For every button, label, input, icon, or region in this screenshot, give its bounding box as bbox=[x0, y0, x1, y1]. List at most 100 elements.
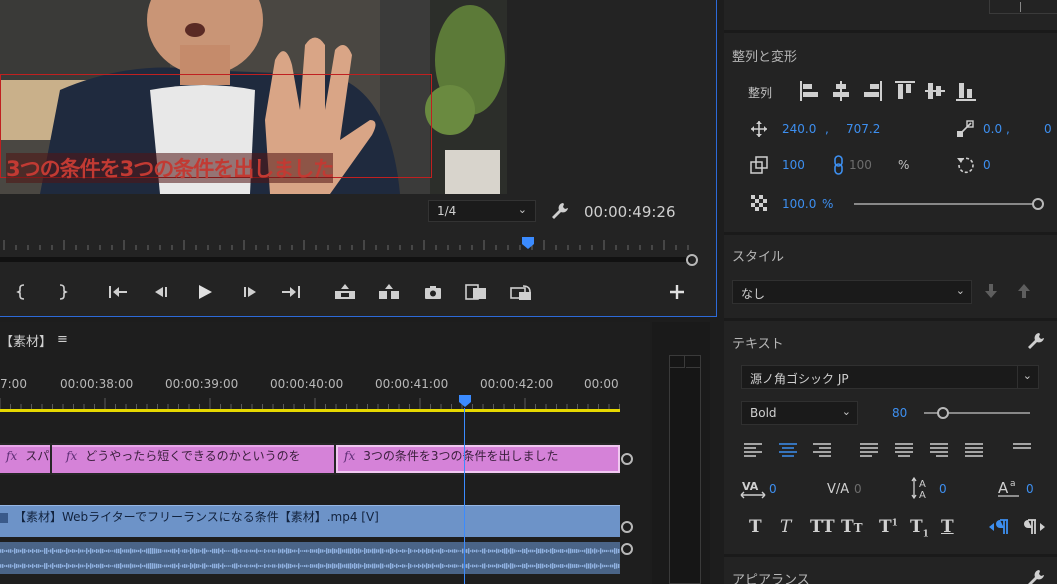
superscript-button[interactable]: T1 bbox=[879, 517, 898, 537]
align-center-vertical-icon[interactable] bbox=[924, 80, 946, 105]
monitor-zoom-scrollbar[interactable] bbox=[0, 253, 700, 269]
track-scroll-knob[interactable] bbox=[621, 453, 633, 465]
timeline-playhead-line[interactable] bbox=[464, 408, 465, 584]
tracking-value[interactable]: 0 bbox=[769, 482, 777, 496]
opacity-value[interactable]: 100.0 bbox=[782, 197, 816, 211]
add-button-icon[interactable] bbox=[665, 281, 689, 303]
align-center-horizontal-icon[interactable] bbox=[831, 80, 851, 105]
step-back-button[interactable] bbox=[149, 281, 173, 303]
align-text-center-icon[interactable] bbox=[778, 442, 798, 461]
sequence-tab[interactable]: 【素材】 bbox=[0, 331, 52, 350]
lift-button[interactable] bbox=[333, 281, 357, 303]
align-top-icon[interactable] bbox=[894, 80, 916, 105]
baseline-shift-value[interactable]: 0 bbox=[1026, 482, 1034, 496]
top-divider bbox=[990, 13, 1057, 14]
title-clip-selected[interactable]: fx 3つの条件を3つの条件を出しました bbox=[336, 445, 620, 473]
position-x-value[interactable]: 240.0 bbox=[782, 122, 816, 136]
pull-style-up-icon[interactable] bbox=[1017, 283, 1031, 302]
justify-center-icon[interactable] bbox=[894, 442, 914, 461]
justify-all-icon[interactable] bbox=[964, 442, 984, 461]
scroll-handle[interactable] bbox=[686, 254, 698, 266]
font-size-value[interactable]: 80 bbox=[892, 406, 907, 420]
align-left-icon[interactable] bbox=[799, 80, 819, 105]
svg-text:V/A: V/A bbox=[827, 482, 849, 497]
zoom-level-select[interactable]: 1/4 ⌄ bbox=[428, 200, 536, 222]
video-clip-label: 【素材】Webライターでフリーランスになる条件【素材】.mp4 [V] bbox=[14, 510, 379, 524]
audio-clip[interactable] bbox=[0, 542, 620, 574]
underline-button[interactable]: T bbox=[941, 517, 954, 537]
go-to-out-button[interactable] bbox=[279, 281, 303, 303]
title-clip[interactable]: fx スパ bbox=[0, 445, 50, 473]
anchor-separator: , bbox=[1006, 122, 1010, 136]
center-mark-icon bbox=[1020, 2, 1021, 12]
go-to-in-button[interactable] bbox=[106, 281, 130, 303]
monitor-time-ruler[interactable] bbox=[0, 236, 700, 250]
wrench-icon[interactable] bbox=[1026, 331, 1046, 354]
anchor-x-value[interactable]: 0.0 bbox=[983, 122, 1002, 136]
align-right-icon[interactable] bbox=[863, 80, 883, 105]
play-button[interactable] bbox=[193, 281, 217, 303]
panel-menu-icon[interactable]: ≡ bbox=[57, 332, 68, 347]
ruler-label: 00:00 bbox=[584, 377, 619, 391]
font-family-dropdown[interactable]: 源ノ角ゴシック JP ⌄ bbox=[741, 365, 1039, 389]
style-dropdown[interactable]: なし ⌄ bbox=[732, 280, 972, 304]
font-style-dropdown[interactable]: Bold ⌄ bbox=[741, 401, 858, 425]
ltr-paragraph-icon[interactable] bbox=[988, 518, 1010, 539]
position-y-value[interactable]: 707.2 bbox=[846, 122, 880, 136]
title-clip[interactable]: fx どうやったら短くできるのかというのを bbox=[52, 445, 334, 473]
toggle-proxies-button[interactable] bbox=[509, 281, 533, 303]
push-style-down-icon[interactable] bbox=[984, 283, 998, 302]
opacity-slider-track[interactable] bbox=[854, 203, 1038, 205]
subscript-button[interactable]: T1 bbox=[910, 517, 929, 539]
chevron-down-icon: ⌄ bbox=[955, 284, 965, 297]
camera-icon[interactable] bbox=[421, 281, 445, 303]
comparison-view-button[interactable] bbox=[464, 281, 488, 303]
scale-unit: % bbox=[898, 158, 910, 172]
kerning-icon: V/A bbox=[825, 478, 851, 503]
ruler-ticks bbox=[0, 398, 620, 409]
link-icon[interactable] bbox=[832, 155, 846, 178]
wrench-icon[interactable] bbox=[1026, 568, 1046, 584]
rtl-paragraph-icon[interactable] bbox=[1024, 518, 1046, 539]
zoom-level-value: 1/4 bbox=[437, 204, 457, 218]
work-area-bar[interactable] bbox=[0, 409, 620, 412]
chevron-down-icon: ⌄ bbox=[1022, 369, 1032, 382]
video-clip[interactable]: 【素材】Webライターでフリーランスになる条件【素材】.mp4 [V] bbox=[0, 505, 620, 537]
scale-value[interactable]: 100 bbox=[782, 158, 805, 172]
title-clip-label: どうやったら短くできるのかというのを bbox=[85, 449, 301, 463]
opacity-slider-knob[interactable] bbox=[1032, 198, 1044, 210]
kerning-value[interactable]: 0 bbox=[854, 482, 862, 496]
faux-bold-button[interactable]: T bbox=[749, 517, 762, 537]
extract-button[interactable] bbox=[377, 281, 401, 303]
program-timecode[interactable]: 00:00:49:26 bbox=[584, 203, 676, 221]
track-scroll-knob[interactable] bbox=[621, 521, 633, 533]
scroll-track[interactable] bbox=[0, 257, 690, 262]
mark-in-button[interactable] bbox=[10, 281, 34, 303]
timeline-time-ruler[interactable]: 7:00 00:00:38:00 00:00:39:00 00:00:40:00… bbox=[0, 366, 620, 412]
rotation-value[interactable]: 0 bbox=[983, 158, 991, 172]
align-text-left-icon[interactable] bbox=[743, 442, 763, 461]
text-top-align-icon[interactable] bbox=[1012, 442, 1032, 461]
fx-badge: fx bbox=[6, 449, 18, 463]
timeline-playhead-handle[interactable] bbox=[458, 394, 472, 408]
align-text-right-icon[interactable] bbox=[812, 442, 832, 461]
caption-text[interactable]: 3つの条件を3つの条件を出しました bbox=[6, 153, 334, 183]
all-caps-button[interactable]: TT bbox=[810, 517, 835, 537]
small-caps-button[interactable]: TT bbox=[841, 517, 863, 537]
anchor-y-value[interactable]: 0 bbox=[1044, 122, 1052, 136]
mark-out-button[interactable] bbox=[50, 281, 74, 303]
leading-value[interactable]: 0 bbox=[939, 482, 947, 496]
faux-italic-button[interactable]: T bbox=[780, 517, 791, 537]
track-scroll-knob[interactable] bbox=[621, 543, 633, 555]
font-size-slider-knob[interactable] bbox=[937, 407, 949, 419]
align-bottom-icon[interactable] bbox=[955, 80, 977, 105]
ruler-label: 00:00:42:00 bbox=[480, 377, 554, 391]
monitor-playhead[interactable] bbox=[521, 236, 535, 250]
section-divider bbox=[724, 318, 1057, 321]
justify-left-icon[interactable] bbox=[859, 442, 879, 461]
title-clip-label: スパ bbox=[25, 449, 50, 463]
justify-right-icon[interactable] bbox=[929, 442, 949, 461]
wrench-icon[interactable] bbox=[549, 200, 571, 222]
step-forward-button[interactable] bbox=[238, 281, 262, 303]
style-value: なし bbox=[741, 287, 766, 301]
